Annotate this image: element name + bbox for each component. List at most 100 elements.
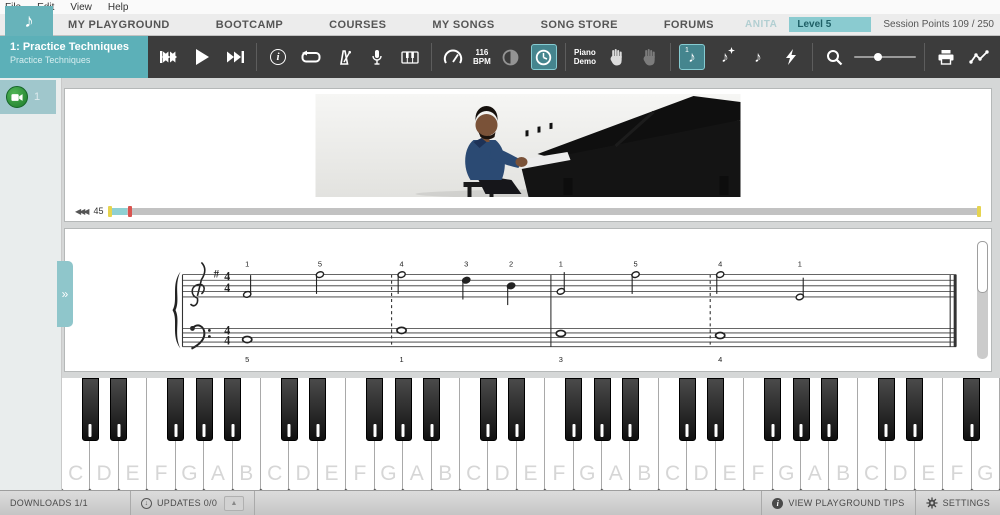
nav-bootcamp[interactable]: BOOTCAMP: [216, 19, 283, 31]
settings-statusbar-button[interactable]: SETTINGS: [916, 491, 1000, 515]
piano-key-C-sharp[interactable]: [281, 378, 298, 441]
svg-text:4: 4: [224, 334, 230, 348]
piano-demo-label: Piano Demo: [574, 48, 596, 66]
metronome-icon: [336, 49, 352, 66]
piano-key-A-sharp[interactable]: [821, 378, 838, 441]
metronome-button[interactable]: [331, 44, 357, 70]
utility-group: [924, 43, 1000, 71]
app-logo[interactable]: ♪: [5, 6, 53, 36]
sidebar-section-tab[interactable]: 1: [0, 80, 56, 114]
notation-side-tab[interactable]: »: [57, 261, 73, 327]
piano-key-F-sharp[interactable]: [366, 378, 383, 441]
playhead-marker[interactable]: [128, 206, 132, 217]
rewind-button[interactable]: ◀◀◀: [75, 207, 87, 216]
level-badge[interactable]: Level 5: [789, 17, 871, 32]
piano-key-C-sharp[interactable]: [679, 378, 696, 441]
piano-key-A-sharp[interactable]: [622, 378, 639, 441]
piano-key-label: C: [858, 462, 885, 486]
section-subtitle: Practice Techniques: [10, 55, 138, 65]
notation-scrollbar[interactable]: [977, 241, 988, 359]
piano-key-label: E: [119, 462, 146, 486]
svg-text:3: 3: [464, 259, 468, 268]
piano-key-label: G: [773, 462, 800, 486]
zoom-slider[interactable]: [854, 50, 916, 64]
loop-button[interactable]: [298, 44, 324, 70]
scrollbar-thumb[interactable]: [977, 241, 988, 293]
svg-text:4: 4: [399, 259, 403, 268]
piano-key-F-sharp[interactable]: [764, 378, 781, 441]
piano-key-C-sharp[interactable]: [480, 378, 497, 441]
piano-key-label: B: [432, 462, 459, 486]
keyboard-toggle-button[interactable]: [397, 44, 423, 70]
clock-dim-icon: [502, 49, 519, 66]
updates-label: UPDATES 0/0: [157, 498, 217, 508]
piano-key-D-sharp[interactable]: [906, 378, 923, 441]
piano-key-label: G: [375, 462, 402, 486]
piano-key-C-sharp[interactable]: [82, 378, 99, 441]
play-button[interactable]: [189, 44, 215, 70]
zoom-button[interactable]: [821, 44, 847, 70]
tempo-clock-button[interactable]: [531, 44, 557, 70]
piano-key-F-sharp[interactable]: [963, 378, 980, 441]
piano-key-C-sharp[interactable]: [878, 378, 895, 441]
tips-icon: i: [772, 498, 783, 509]
section-header[interactable]: 1: Practice Techniques Practice Techniqu…: [0, 36, 148, 78]
svg-text:1: 1: [399, 355, 403, 364]
note-plain-button[interactable]: ♪: [745, 44, 771, 70]
tempo-group: 116 BPM: [431, 43, 565, 71]
loop-end-marker[interactable]: [977, 206, 981, 217]
scrubber-track[interactable]: [108, 208, 981, 215]
menu-view[interactable]: View: [70, 2, 92, 13]
piano-key-F-sharp[interactable]: [167, 378, 184, 441]
piano-key-A-sharp[interactable]: [224, 378, 241, 441]
session-points: Session Points 109 / 250: [883, 19, 994, 30]
username[interactable]: ANITA: [745, 19, 777, 30]
piano-key-A-sharp[interactable]: [423, 378, 440, 441]
print-button[interactable]: [933, 44, 959, 70]
piano-key-label: B: [829, 462, 856, 486]
note-sparkle-button[interactable]: ♪: [712, 44, 738, 70]
updates-expand-button[interactable]: ▲: [224, 496, 244, 511]
piano-key-G-sharp[interactable]: [594, 378, 611, 441]
nav-my-songs[interactable]: MY SONGS: [432, 19, 494, 31]
nav-song-store[interactable]: SONG STORE: [541, 19, 618, 31]
nav-my-playground[interactable]: MY PLAYGROUND: [68, 19, 170, 31]
nav-forums[interactable]: FORUMS: [664, 19, 714, 31]
lightning-button[interactable]: [778, 44, 804, 70]
updates-status[interactable]: ↓ UPDATES 0/0 ▲: [131, 491, 254, 515]
note-fingering-button[interactable]: 1 ♪: [679, 44, 705, 70]
progress-segment: [112, 208, 127, 215]
info-button[interactable]: i: [265, 44, 291, 70]
sheet-music: #44441543215415134: [65, 229, 991, 371]
right-hand-button[interactable]: [603, 44, 629, 70]
downloads-status[interactable]: DOWNLOADS 1/1: [0, 491, 130, 515]
eighth-note-icon: ♪: [688, 50, 696, 65]
piano-key-D-sharp[interactable]: [707, 378, 724, 441]
microphone-button[interactable]: [364, 44, 390, 70]
left-hand-icon: [642, 49, 657, 66]
slider-knob[interactable]: [874, 53, 882, 61]
piano-key-label: F: [147, 462, 174, 486]
left-hand-button[interactable]: [636, 44, 662, 70]
treble-clef-icon: [190, 262, 204, 305]
piano-key-G-sharp[interactable]: [196, 378, 213, 441]
piano-key-G-sharp[interactable]: [395, 378, 412, 441]
skip-back-button[interactable]: [156, 44, 182, 70]
piano-key-label: C: [460, 462, 487, 486]
lesson-video[interactable]: [316, 94, 741, 197]
piano-key-D-sharp[interactable]: [508, 378, 525, 441]
piano-key-label: B: [233, 462, 260, 486]
tempo-half-button[interactable]: [498, 44, 524, 70]
piano-key-G-sharp[interactable]: [793, 378, 810, 441]
view-tips-button[interactable]: i VIEW PLAYGROUND TIPS: [762, 491, 914, 515]
skip-forward-button[interactable]: [222, 44, 248, 70]
nav-courses[interactable]: COURSES: [329, 19, 386, 31]
piano-key-D-sharp[interactable]: [110, 378, 127, 441]
progress-chart-icon: [969, 50, 989, 65]
piano-key-label: C: [261, 462, 288, 486]
tempo-gauge-button[interactable]: [440, 44, 466, 70]
piano-key-D-sharp[interactable]: [309, 378, 326, 441]
menu-help[interactable]: Help: [108, 2, 129, 13]
progress-button[interactable]: [966, 44, 992, 70]
piano-key-F-sharp[interactable]: [565, 378, 582, 441]
